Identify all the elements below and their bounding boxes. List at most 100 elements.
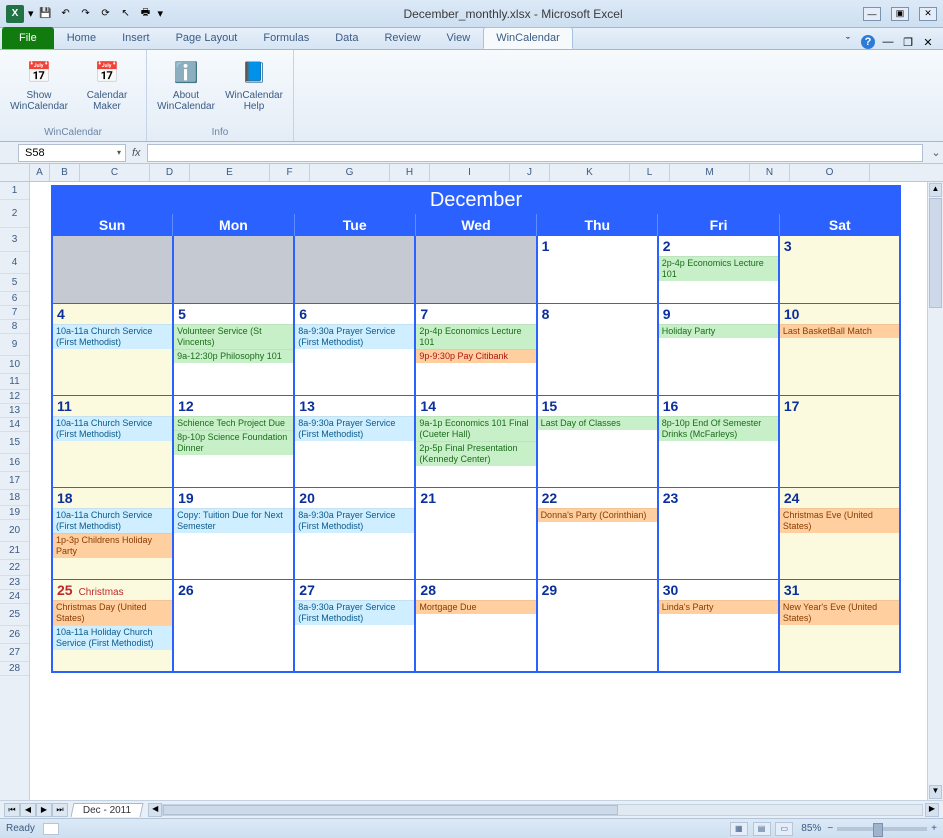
calendar-day-cell[interactable]: 24Christmas Eve (United States) — [779, 488, 900, 580]
tab-data[interactable]: Data — [322, 27, 371, 49]
ribbon-minimize-icon[interactable]: ˇ — [841, 35, 855, 49]
scroll-up-icon[interactable]: ▲ — [929, 183, 942, 197]
calendar-event[interactable]: Schience Tech Project Due — [174, 416, 293, 430]
grid-body[interactable]: December SunMonTueWedThuFriSat 122p-4p E… — [30, 182, 927, 800]
scroll-down-icon[interactable]: ▼ — [929, 785, 942, 799]
calendar-event[interactable]: 10a-11a Holiday Church Service (First Me… — [53, 625, 172, 650]
tab-insert[interactable]: Insert — [109, 27, 163, 49]
sheet-tab-active[interactable]: Dec - 2011 — [71, 803, 144, 817]
row-header[interactable]: 12 — [0, 390, 29, 404]
calendar-day-cell[interactable] — [52, 236, 173, 304]
calendar-event[interactable]: Linda's Party — [659, 600, 778, 614]
view-pagebreak-button[interactable]: ▭ — [775, 822, 793, 836]
row-header[interactable]: 18 — [0, 490, 29, 506]
refresh-icon[interactable]: ⟳ — [98, 6, 114, 22]
column-header[interactable]: K — [550, 164, 630, 181]
calendar-day-cell[interactable]: 28Mortgage Due — [415, 580, 536, 672]
row-header[interactable]: 10 — [0, 356, 29, 374]
calendar-event[interactable]: 8p-10p Science Foundation Dinner — [174, 430, 293, 455]
calendar-event[interactable]: Christmas Day (United States) — [53, 600, 172, 625]
row-header[interactable]: 9 — [0, 334, 29, 356]
calendar-event[interactable]: 2p-4p Economics Lecture 101 — [659, 256, 778, 281]
row-header[interactable]: 2 — [0, 200, 29, 228]
column-header[interactable]: J — [510, 164, 550, 181]
macro-record-icon[interactable] — [43, 823, 59, 835]
row-header[interactable]: 5 — [0, 274, 29, 292]
print-icon[interactable]: 🖶 — [138, 6, 154, 22]
hscroll-left-icon[interactable]: ◀ — [148, 803, 162, 817]
calendar-day-cell[interactable]: 1810a-11a Church Service (First Methodis… — [52, 488, 173, 580]
calendar-event[interactable]: Mortgage Due — [416, 600, 535, 614]
calendar-day-cell[interactable]: 15Last Day of Classes — [537, 396, 658, 488]
column-header[interactable]: A — [30, 164, 50, 181]
row-header[interactable]: 15 — [0, 432, 29, 454]
vscroll-thumb[interactable] — [929, 198, 942, 308]
calendar-day-cell[interactable]: 68a-9:30a Prayer Service (First Methodis… — [294, 304, 415, 396]
calendar-event[interactable]: Donna's Party (Corinthian) — [538, 508, 657, 522]
row-header[interactable]: 22 — [0, 560, 29, 576]
column-header[interactable]: H — [390, 164, 430, 181]
row-header[interactable]: 11 — [0, 374, 29, 390]
sheet-nav-first[interactable]: ⏮ — [4, 803, 20, 817]
calendar-event[interactable]: Holiday Party — [659, 324, 778, 338]
column-header[interactable]: N — [750, 164, 790, 181]
calendar-day-cell[interactable]: 410a-11a Church Service (First Methodist… — [52, 304, 173, 396]
calendar-day-cell[interactable]: 168p-10p End Of Semester Drinks (McFarle… — [658, 396, 779, 488]
tab-file[interactable]: File — [2, 27, 54, 49]
tab-formulas[interactable]: Formulas — [250, 27, 322, 49]
workbook-restore-icon[interactable]: ❐ — [901, 35, 915, 49]
calendar-event[interactable]: 9a-12:30p Philosophy 101 — [174, 349, 293, 363]
sheet-nav-next[interactable]: ▶ — [36, 803, 52, 817]
zoom-slider[interactable] — [837, 827, 927, 831]
calendar-day-cell[interactable]: 72p-4p Economics Lecture 1019p-9:30p Pay… — [415, 304, 536, 396]
row-header[interactable]: 7 — [0, 306, 29, 320]
tab-review[interactable]: Review — [371, 27, 433, 49]
row-header[interactable]: 13 — [0, 404, 29, 418]
vertical-scrollbar[interactable]: ▲ ▼ — [927, 182, 943, 800]
row-header[interactable]: 28 — [0, 662, 29, 676]
calendar-event[interactable]: 9p-9:30p Pay Citibank — [416, 349, 535, 363]
row-header[interactable]: 8 — [0, 320, 29, 334]
hscroll-thumb[interactable] — [163, 805, 618, 815]
calendar-event[interactable]: Volunteer Service (St Vincents) — [174, 324, 293, 349]
column-header[interactable]: E — [190, 164, 270, 181]
column-header[interactable]: F — [270, 164, 310, 181]
row-header[interactable]: 24 — [0, 590, 29, 604]
column-header[interactable]: M — [670, 164, 750, 181]
calendar-event[interactable]: 8a-9:30a Prayer Service (First Methodist… — [295, 600, 414, 625]
calendar-day-cell[interactable]: 5Volunteer Service (St Vincents)9a-12:30… — [173, 304, 294, 396]
calendar-event[interactable]: 9a-1p Economics 101 Final (Cueter Hall) — [416, 416, 535, 441]
calendar-event[interactable]: Copy: Tuition Due for Next Semester — [174, 508, 293, 533]
maximize-button[interactable]: ▣ — [891, 7, 909, 21]
zoom-out-button[interactable]: − — [827, 823, 833, 834]
row-header[interactable]: 14 — [0, 418, 29, 432]
calendar-day-cell[interactable]: 31New Year's Eve (United States) — [779, 580, 900, 672]
calendar-day-cell[interactable]: 10Last BasketBall Match — [779, 304, 900, 396]
row-header[interactable]: 23 — [0, 576, 29, 590]
tab-home[interactable]: Home — [54, 27, 109, 49]
view-normal-button[interactable]: ▦ — [730, 822, 748, 836]
calendar-event[interactable]: 8a-9:30a Prayer Service (First Methodist… — [295, 508, 414, 533]
calendar-day-cell[interactable]: 138a-9:30a Prayer Service (First Methodi… — [294, 396, 415, 488]
calendar-day-cell[interactable]: 21 — [415, 488, 536, 580]
row-header[interactable]: 27 — [0, 644, 29, 662]
select-all-button[interactable] — [0, 164, 30, 181]
column-header[interactable]: O — [790, 164, 870, 181]
calendar-day-cell[interactable]: 8 — [537, 304, 658, 396]
calendar-day-cell[interactable]: 278a-9:30a Prayer Service (First Methodi… — [294, 580, 415, 672]
row-header[interactable]: 20 — [0, 520, 29, 542]
formula-input[interactable] — [147, 144, 923, 162]
calendar-day-cell[interactable]: 22Donna's Party (Corinthian) — [537, 488, 658, 580]
row-header[interactable]: 4 — [0, 252, 29, 274]
column-header[interactable]: C — [80, 164, 150, 181]
vscroll-track[interactable] — [929, 198, 942, 784]
calendar-day-cell[interactable]: 25ChristmasChristmas Day (United States)… — [52, 580, 173, 672]
ribbon-button[interactable]: 📅ShowWinCalendar — [8, 54, 70, 126]
calendar-day-cell[interactable] — [294, 236, 415, 304]
fx-label[interactable]: fx — [132, 147, 141, 159]
sheet-nav-last[interactable]: ⏭ — [52, 803, 68, 817]
calendar-day-cell[interactable]: 12Schience Tech Project Due8p-10p Scienc… — [173, 396, 294, 488]
calendar-event[interactable]: Last BasketBall Match — [780, 324, 899, 338]
calendar-event[interactable]: 2p-5p Final Presentation (Kennedy Center… — [416, 441, 535, 466]
calendar-day-cell[interactable]: 208a-9:30a Prayer Service (First Methodi… — [294, 488, 415, 580]
